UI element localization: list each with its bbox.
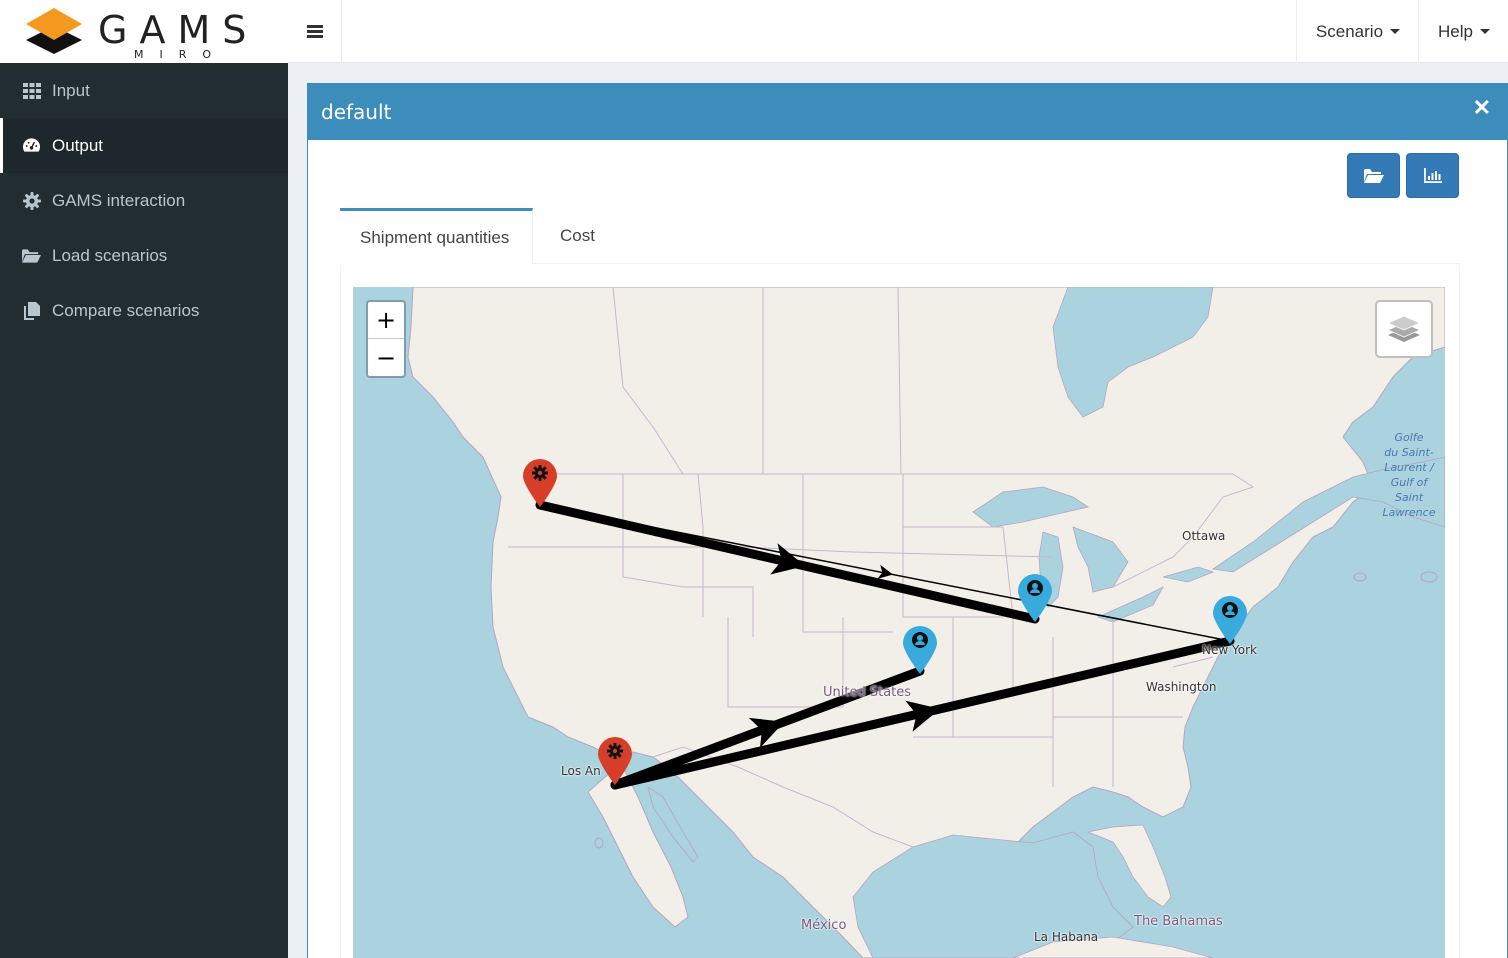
sidebar-item-label: Load scenarios [52, 245, 168, 265]
gams-miro-logo[interactable]: GAMS MIRO [0, 0, 288, 63]
box-title: default [321, 99, 392, 124]
zoom-control: + − [366, 300, 406, 378]
box-header: default [308, 83, 1507, 140]
marker-market-topeka[interactable] [901, 624, 939, 676]
zoom-out-button[interactable]: − [368, 339, 404, 376]
bar-chart-icon [1423, 168, 1442, 183]
zoom-in-button[interactable]: + [368, 302, 404, 339]
layers-icon [1387, 315, 1421, 342]
sidebar-item-label: Output [52, 135, 104, 155]
dashboard-icon [22, 137, 41, 155]
layers-control-button[interactable] [1375, 300, 1433, 358]
label-mexico: México [801, 918, 847, 933]
tab-cost[interactable]: Cost [540, 208, 615, 264]
folder-open-icon [1363, 169, 1384, 183]
hamburger-icon [306, 25, 323, 38]
logo-subtext: MIRO [134, 48, 228, 61]
toggle-chart-view-button[interactable] [1406, 153, 1459, 198]
label-la-habana: La Habana [1034, 930, 1099, 944]
load-scenario-button[interactable] [1347, 153, 1400, 198]
sidebar-item-load-scenarios[interactable]: Load scenarios [0, 228, 288, 283]
user-icon [1027, 580, 1043, 596]
sidebar: Input Output GAMS interaction Load scena… [0, 63, 288, 958]
marker-market-chicago[interactable] [1016, 572, 1054, 624]
label-line: Golfe [1394, 431, 1424, 444]
sidebar-item-label: Compare scenarios [52, 300, 200, 320]
help-menu[interactable]: Help [1418, 0, 1508, 63]
sidebar-item-label: Input [52, 80, 90, 100]
sidebar-item-output[interactable]: Output [0, 118, 288, 173]
user-icon [912, 632, 928, 648]
shipment-map[interactable]: Ottawa New York Washington Los An United… [353, 287, 1445, 958]
map-tiles [407, 287, 1445, 958]
tab-label: Shipment quantities [360, 227, 510, 247]
label-gulf-of-saint-lawrence: Golfe du Saint- Laurent / Gulf of Saint … [1381, 430, 1437, 520]
folder-open-icon [22, 247, 41, 265]
label-los-angeles: Los An [561, 764, 601, 778]
user-icon [1222, 602, 1238, 618]
marker-plant-san-diego[interactable] [596, 735, 634, 787]
caret-down-icon [1390, 29, 1401, 34]
gear-icon [22, 191, 41, 210]
scenario-menu-label: Scenario [1315, 21, 1384, 41]
output-tabs: Shipment quantities Cost [340, 208, 1460, 264]
caret-down-icon [1480, 29, 1490, 34]
label-ottawa: Ottawa [1182, 529, 1226, 543]
grid-icon [22, 82, 41, 100]
help-menu-label: Help [1438, 21, 1473, 41]
sidebar-item-compare-scenarios[interactable]: Compare scenarios [0, 283, 288, 338]
sidebar-toggle-button[interactable] [288, 0, 342, 63]
scenario-menu[interactable]: Scenario [1295, 0, 1418, 63]
marker-plant-seattle[interactable] [521, 457, 559, 509]
tab-shipment-quantities[interactable]: Shipment quantities [340, 208, 533, 264]
tab-label: Cost [560, 226, 595, 245]
label-line: du Saint- [1384, 446, 1434, 459]
label-washington: Washington [1146, 680, 1217, 694]
label-line: Lawrence [1382, 506, 1436, 519]
label-united-states: United States [823, 685, 912, 700]
sidebar-item-input[interactable]: Input [0, 63, 288, 118]
top-header: GAMS MIRO Scenario Help [0, 0, 1508, 63]
marker-market-new-york[interactable] [1211, 594, 1249, 646]
sidebar-item-gams-interaction[interactable]: GAMS interaction [0, 173, 288, 228]
label-line: Laurent / [1384, 461, 1434, 474]
logo-diamond-icon [26, 8, 82, 54]
sidebar-item-label: GAMS interaction [52, 190, 186, 210]
label-line: Gulf of [1390, 476, 1428, 489]
logo-text: GAMS [98, 8, 259, 52]
close-icon[interactable]: ✕ [1473, 95, 1491, 121]
gear-icon [607, 743, 623, 759]
gear-icon [532, 465, 548, 481]
label-line: Saint [1394, 491, 1424, 504]
navbar-right: Scenario Help [1295, 0, 1508, 63]
label-bahamas: The Bahamas [1134, 914, 1223, 929]
copy-icon [22, 301, 41, 320]
